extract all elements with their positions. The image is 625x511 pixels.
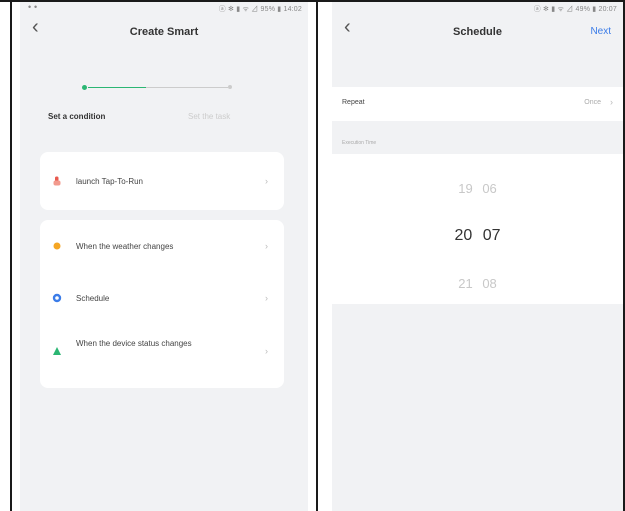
list-item-label: launch Tap-To-Run (76, 177, 144, 186)
minute-value: 07 (482, 227, 501, 244)
condition-card-tap: launch Tap-To-Run › (40, 152, 284, 210)
clock-icon (52, 293, 62, 303)
hour-value: 20 (454, 227, 473, 244)
list-item-label: When the weather changes (76, 242, 174, 251)
time-row-selected[interactable]: 20 07 (332, 227, 623, 245)
hour-value: 21 (458, 276, 473, 291)
list-item-launch-tap-to-run[interactable]: launch Tap-To-Run › (40, 167, 284, 195)
repeat-value: Once (584, 99, 601, 106)
time-row-previous[interactable]: 19 06 (332, 181, 623, 196)
create-smart-screen: • • ⓐ ✻ ▮ ᯤ ⊿ 95% ▮ 14:02 ‹ Create Smart… (20, 2, 308, 511)
status-dots: • • (28, 2, 38, 12)
step-indicator (82, 80, 232, 94)
border-middle (316, 0, 318, 511)
chevron-right-icon: › (265, 241, 268, 251)
time-picker[interactable]: 19 06 20 07 21 08 (332, 154, 623, 304)
chevron-right-icon: › (610, 97, 613, 107)
step-inactive-label: Set the task (188, 112, 231, 121)
list-item-device-status[interactable]: When the device status changes › (40, 332, 284, 372)
step-remaining-line (146, 87, 228, 88)
step-progress-line (88, 87, 146, 88)
next-button[interactable]: Next (590, 26, 611, 37)
hand-icon (53, 176, 61, 186)
repeat-label: Repeat (342, 99, 365, 106)
minute-value: 06 (482, 181, 497, 196)
step-active-label: Set a condition (48, 112, 106, 121)
sun-icon (53, 242, 61, 250)
screenshot-frame: • • ⓐ ✻ ▮ ᯤ ⊿ 95% ▮ 14:02 ‹ Create Smart… (0, 0, 625, 511)
time-row-next[interactable]: 21 08 (332, 276, 623, 291)
list-item-label: When the device status changes (76, 339, 192, 348)
minute-value: 08 (482, 276, 497, 291)
list-item-label: Schedule (76, 294, 110, 303)
page-title: Schedule (453, 26, 502, 38)
page-title: Create Smart (129, 26, 199, 38)
border-left (10, 0, 12, 511)
list-item-weather[interactable]: When the weather changes › (40, 232, 284, 260)
status-bar: ⓐ ✻ ▮ ᯤ ⊿ 95% ▮ 14:02 (218, 6, 302, 13)
device-icon (53, 347, 61, 355)
schedule-screen: ⓐ ✻ ▮ ᯤ ⊿ 49% ▮ 20:07 ‹ Schedule Next Re… (332, 2, 623, 511)
hour-value: 19 (458, 181, 473, 196)
execution-time-label: Execution Time (342, 140, 377, 146)
chevron-right-icon: › (265, 176, 268, 186)
chevron-right-icon: › (265, 293, 268, 303)
chevron-right-icon: › (265, 346, 268, 356)
step-1-dot (82, 85, 87, 90)
list-item-schedule[interactable]: Schedule › (40, 284, 284, 312)
repeat-row[interactable]: Repeat Once › (332, 87, 623, 121)
condition-card-triggers: When the weather changes › Schedule › Wh… (40, 220, 284, 388)
status-bar: ⓐ ✻ ▮ ᯤ ⊿ 49% ▮ 20:07 (533, 6, 617, 13)
step-2-dot (228, 85, 232, 89)
